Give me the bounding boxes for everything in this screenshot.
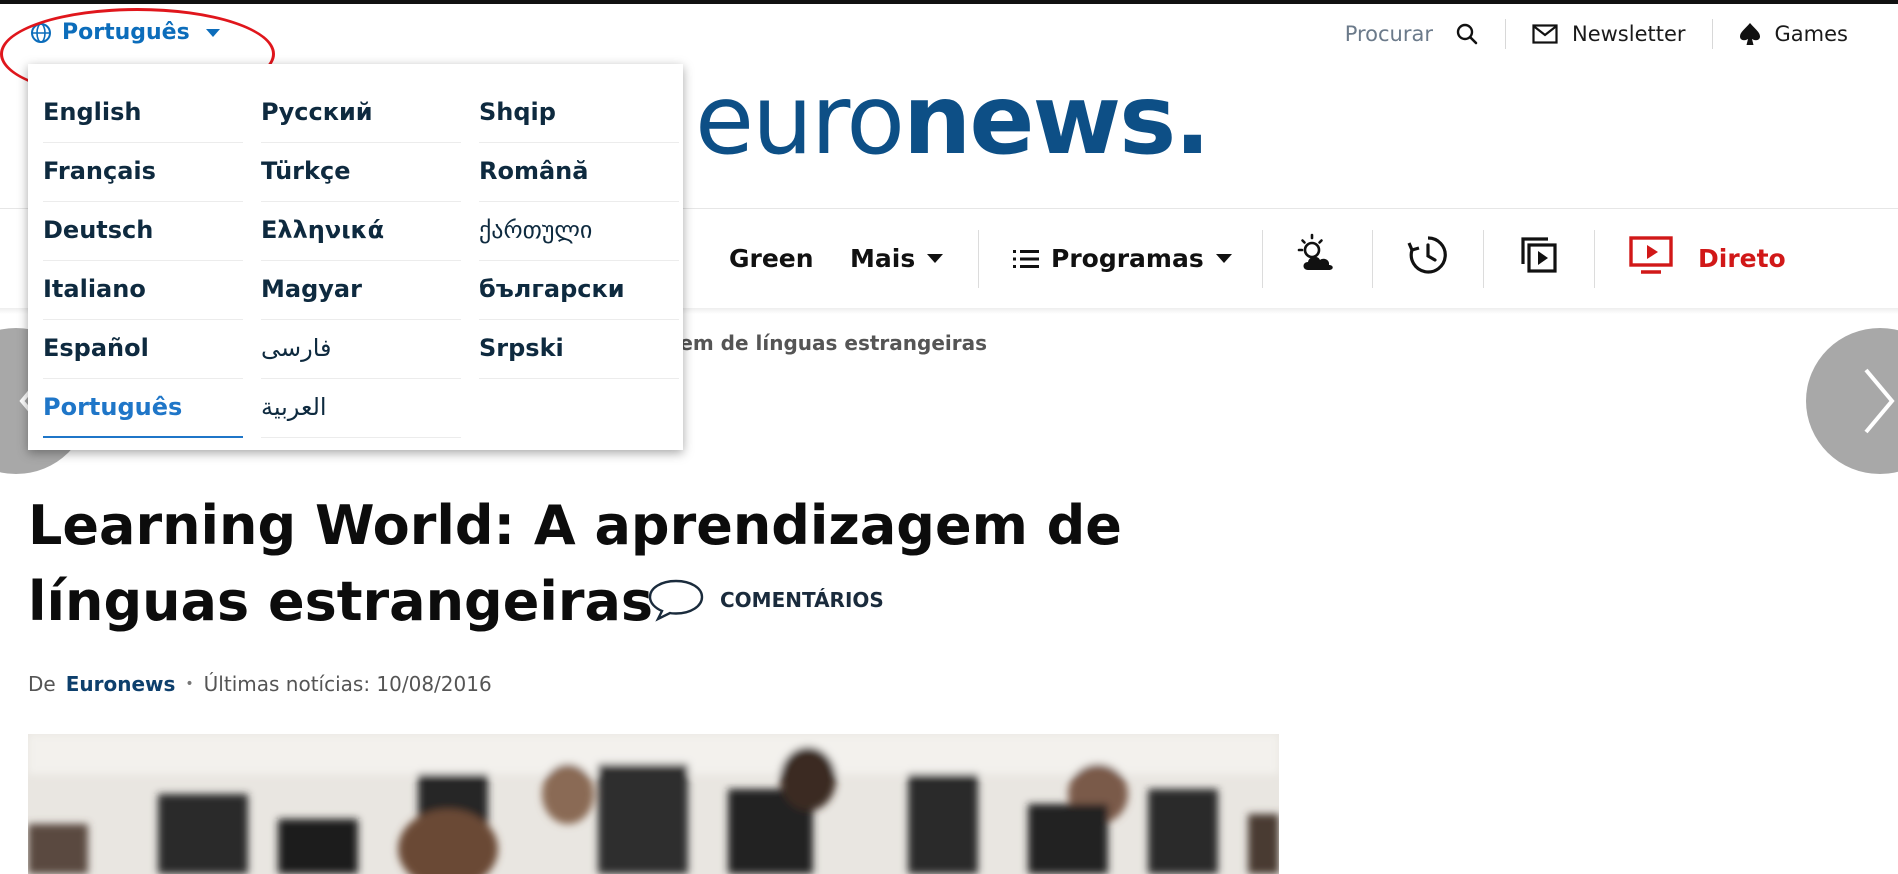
language-option-francais[interactable]: Français [43, 143, 243, 202]
nav-label-direto: Direto [1698, 244, 1786, 273]
newsletter-label: Newsletter [1572, 22, 1686, 46]
history-icon[interactable] [1405, 232, 1451, 278]
nav-label-mais: Mais [850, 244, 916, 273]
window-top-border [0, 0, 1898, 4]
language-option-georgian[interactable]: ქართული [479, 202, 679, 261]
logo-text-light: euro [695, 64, 905, 176]
mail-icon [1532, 24, 1558, 44]
author-link[interactable]: Euronews [66, 672, 176, 696]
live-tv-icon[interactable] [1628, 232, 1674, 278]
updated-date: Últimas notícias: 10/08/2016 [203, 672, 492, 696]
list-icon [1013, 249, 1039, 268]
chevron-right-icon [1864, 368, 1895, 434]
nav-item-programas[interactable]: Programas [1013, 244, 1232, 273]
nav-item-mais[interactable]: Mais [850, 244, 944, 273]
article-hero-image[interactable] [28, 734, 1279, 874]
separator-dot: • [185, 676, 194, 692]
language-option-albanian[interactable]: Shqip [479, 84, 679, 143]
nav-divider [1483, 230, 1484, 288]
language-option-serbian[interactable]: Srpski [479, 320, 679, 379]
article-title: Learning World: A aprendizagem de língua… [28, 488, 1128, 640]
language-switcher[interactable]: Português [30, 20, 220, 45]
nav-divider [1372, 230, 1373, 288]
language-option-bulgarian[interactable]: български [479, 261, 679, 320]
euronews-logo[interactable]: euronews. [695, 72, 1211, 168]
nav-divider [1594, 230, 1595, 288]
language-option-deutsch[interactable]: Deutsch [43, 202, 243, 261]
comments-label: COMENTÁRIOS [720, 588, 884, 612]
article-title-line1: Learning World: A aprendizagem de [28, 494, 1122, 557]
search-label[interactable]: Procurar [1345, 22, 1433, 46]
language-option-turkish[interactable]: Türkçe [261, 143, 461, 202]
comment-icon [648, 579, 704, 622]
language-option-portugues[interactable]: Português [43, 379, 243, 438]
caret-down-icon [927, 254, 944, 263]
video-playlist-icon[interactable] [1516, 232, 1562, 278]
language-option-arabic[interactable]: العربية [261, 379, 461, 438]
language-option-italiano[interactable]: Italiano [43, 261, 243, 320]
language-option-espanol[interactable]: Español [43, 320, 243, 379]
comments-link[interactable]: COMENTÁRIOS [646, 578, 884, 622]
nav-divider [978, 230, 979, 288]
carousel-next-button[interactable] [1806, 328, 1898, 474]
games-link[interactable]: Games [1739, 22, 1848, 46]
language-option-greek[interactable]: Ελληνικά [261, 202, 461, 261]
divider [1505, 19, 1506, 49]
top-utility-bar: Procurar Newsletter Games [1345, 18, 1848, 50]
weather-icon[interactable] [1294, 232, 1340, 278]
article-title-line2: línguas estrangeiras [28, 570, 654, 633]
caret-down-icon [205, 28, 220, 37]
breadcrumb[interactable]: gem de línguas estrangeiras [665, 331, 987, 355]
nav-item-direto[interactable]: Direto [1698, 244, 1786, 273]
byline-prefix: De [28, 672, 56, 696]
nav-item-green[interactable]: Green [729, 244, 814, 273]
search-icon[interactable] [1455, 22, 1479, 46]
newsletter-link[interactable]: Newsletter [1532, 22, 1686, 46]
nav-label-programas: Programas [1051, 244, 1204, 273]
caret-down-icon [1215, 254, 1232, 263]
nav-label-green: Green [729, 244, 814, 273]
nav-divider [1262, 230, 1263, 288]
spade-icon [1739, 23, 1760, 45]
language-option-russian[interactable]: Русский [261, 84, 461, 143]
divider [1711, 19, 1713, 49]
language-option-hungarian[interactable]: Magyar [261, 261, 461, 320]
byline: De Euronews • Últimas notícias: 10/08/20… [28, 672, 492, 696]
language-option-romanian[interactable]: Română [479, 143, 679, 202]
language-current-label: Português [62, 20, 190, 45]
games-label: Games [1774, 22, 1848, 46]
globe-icon [31, 22, 51, 43]
language-option-english[interactable]: English [43, 84, 243, 143]
logo-text-bold: news. [903, 64, 1211, 176]
language-dropdown: English Français Deutsch Italiano Españo… [28, 64, 683, 450]
language-option-persian[interactable]: فارسی [261, 320, 461, 379]
